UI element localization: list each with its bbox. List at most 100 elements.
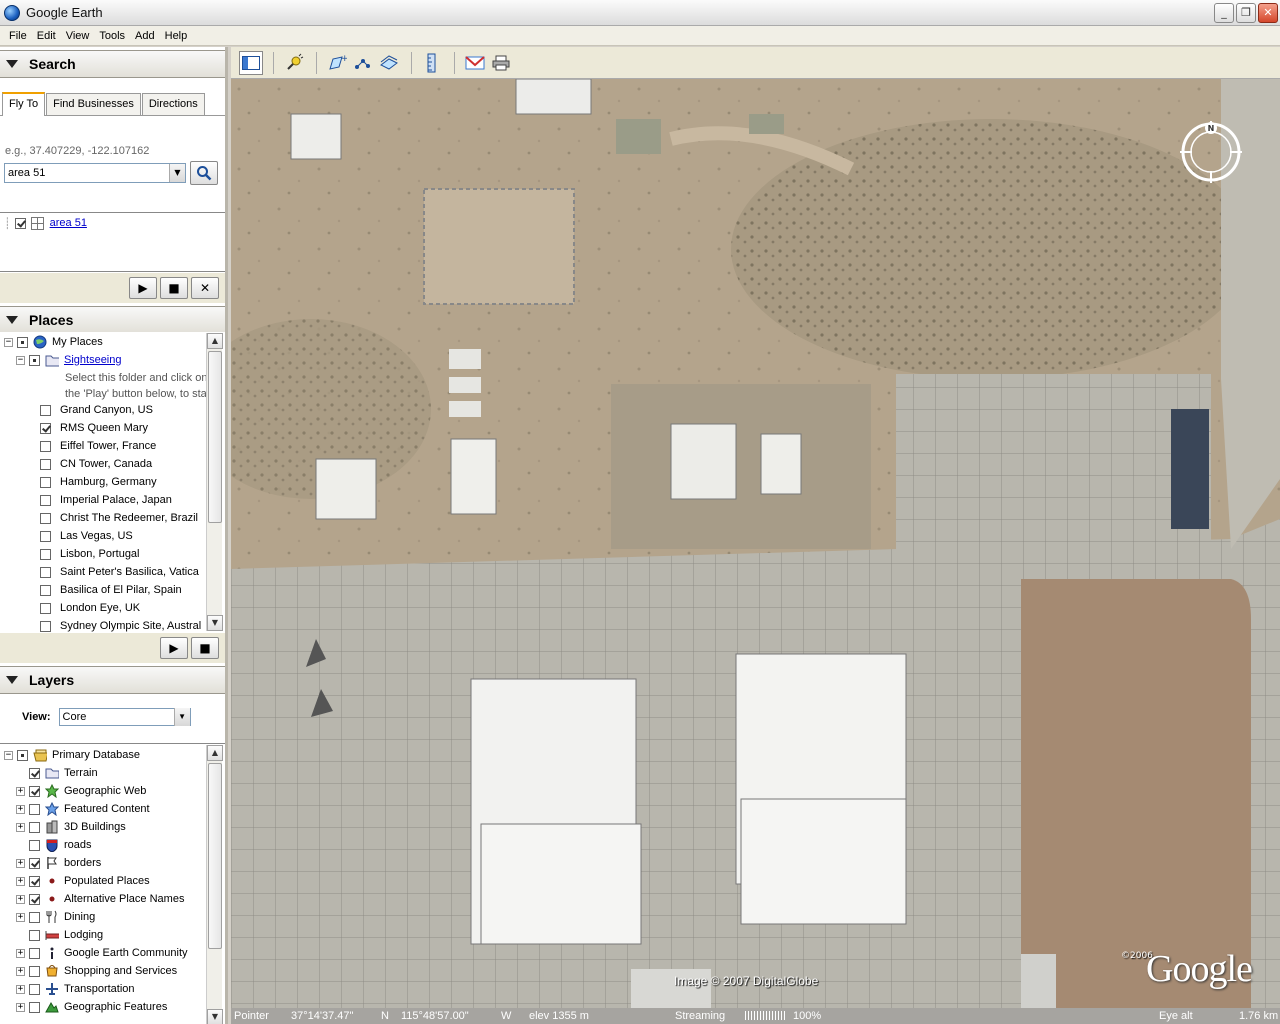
checkbox[interactable] xyxy=(29,354,40,366)
menu-add[interactable]: Add xyxy=(130,30,160,42)
layers-panel-header[interactable]: Layers xyxy=(0,666,225,694)
checkbox[interactable] xyxy=(29,785,40,797)
list-item[interactable]: Christ The Redeemer, Brazil xyxy=(40,509,198,527)
menu-file[interactable]: File xyxy=(4,30,32,42)
checkbox[interactable] xyxy=(29,767,40,779)
places-scrollbar[interactable]: ▲ ▼ xyxy=(206,333,223,631)
list-item[interactable]: + Populated Places xyxy=(16,872,150,890)
menu-view[interactable]: View xyxy=(61,30,95,42)
tab-fly-to[interactable]: Fly To xyxy=(2,92,46,116)
menu-edit[interactable]: Edit xyxy=(32,30,61,42)
list-item[interactable]: + borders xyxy=(16,854,101,872)
list-item[interactable]: Las Vegas, US xyxy=(40,527,133,545)
expand-toggle[interactable]: + xyxy=(16,912,25,922)
checkbox[interactable] xyxy=(40,476,51,488)
checkbox[interactable] xyxy=(40,602,51,614)
clear-button[interactable]: ✕ xyxy=(191,277,219,299)
checkbox[interactable] xyxy=(40,584,51,596)
play-button[interactable]: ▶ xyxy=(160,637,188,659)
expand-toggle[interactable]: + xyxy=(16,1002,25,1012)
placemark-button[interactable] xyxy=(282,51,306,75)
tree-item-sightseeing[interactable]: − Sightseeing xyxy=(16,351,122,369)
checkbox[interactable] xyxy=(40,548,51,560)
play-button[interactable]: ▶ xyxy=(129,277,157,299)
tab-directions[interactable]: Directions xyxy=(141,93,205,115)
list-item[interactable]: Saint Peter's Basilica, Vatica xyxy=(40,563,199,581)
ruler-button[interactable] xyxy=(420,51,444,75)
tree-item-my-places[interactable]: − My Places xyxy=(4,333,103,351)
checkbox[interactable] xyxy=(29,839,40,851)
checkbox[interactable] xyxy=(29,857,40,869)
map-view[interactable]: N Image © 2007 DigitalGlobe ©2006 Google xyxy=(231,79,1280,1008)
close-button[interactable]: ✕ xyxy=(1258,3,1278,23)
checkbox[interactable] xyxy=(29,965,40,977)
list-item[interactable]: Imperial Palace, Japan xyxy=(40,491,172,509)
checkbox[interactable] xyxy=(40,440,51,452)
search-combobox[interactable]: ▼ xyxy=(4,163,186,183)
list-item[interactable]: + Google Earth Community xyxy=(16,944,188,962)
list-item[interactable]: Hamburg, Germany xyxy=(40,473,157,491)
tree-item-primary-database[interactable]: − Primary Database xyxy=(4,746,140,764)
search-button[interactable] xyxy=(190,161,218,185)
sidebar-toggle-button[interactable] xyxy=(239,50,263,75)
list-item[interactable]: +3D Buildings xyxy=(16,818,126,836)
image-overlay-button[interactable] xyxy=(377,51,401,75)
stop-button[interactable]: ■ xyxy=(191,637,219,659)
list-item[interactable]: Lodging xyxy=(16,926,103,944)
expand-toggle[interactable]: + xyxy=(16,804,25,814)
checkbox[interactable] xyxy=(29,821,40,833)
collapse-toggle[interactable]: − xyxy=(16,355,25,365)
list-item[interactable]: + Alternative Place Names xyxy=(16,890,184,908)
satellite-imagery[interactable] xyxy=(231,79,1280,1008)
expand-toggle[interactable]: + xyxy=(16,876,25,886)
checkbox[interactable] xyxy=(29,947,40,959)
checkbox[interactable] xyxy=(40,494,51,506)
list-item[interactable]: + Geographic Web xyxy=(16,782,146,800)
menu-tools[interactable]: Tools xyxy=(94,30,130,42)
expand-toggle[interactable]: + xyxy=(16,948,25,958)
collapse-toggle[interactable]: − xyxy=(4,337,13,347)
list-item[interactable]: London Eye, UK xyxy=(40,599,140,617)
list-item[interactable]: Sydney Olympic Site, Austral xyxy=(40,617,201,632)
list-item[interactable]: Basilica of El Pilar, Spain xyxy=(40,581,182,599)
list-item[interactable]: RMS Queen Mary xyxy=(40,419,148,437)
expand-toggle[interactable]: + xyxy=(16,966,25,976)
checkbox[interactable] xyxy=(40,458,51,470)
navigation-compass[interactable]: N xyxy=(1178,119,1244,185)
tab-find-businesses[interactable]: Find Businesses xyxy=(46,93,141,115)
list-item[interactable]: + Transportation xyxy=(16,980,135,998)
result-link[interactable]: area 51 xyxy=(50,217,87,229)
add-path-button[interactable] xyxy=(351,51,375,75)
expand-toggle[interactable]: + xyxy=(16,984,25,994)
print-button[interactable] xyxy=(489,51,513,75)
collapse-toggle[interactable]: − xyxy=(4,750,13,760)
checkbox[interactable] xyxy=(29,803,40,815)
chevron-down-icon[interactable]: ▼ xyxy=(173,708,190,726)
checkbox[interactable] xyxy=(40,530,51,542)
scroll-up-button[interactable]: ▲ xyxy=(207,745,223,761)
expand-toggle[interactable]: + xyxy=(16,786,25,796)
list-item[interactable]: + Geographic Features xyxy=(16,998,167,1016)
add-polygon-button[interactable]: + xyxy=(325,51,349,75)
checkbox[interactable] xyxy=(40,404,51,416)
list-item[interactable]: + Shopping and Services xyxy=(16,962,177,980)
view-select[interactable]: Core ▼ xyxy=(58,708,191,726)
scroll-down-button[interactable]: ▼ xyxy=(207,1009,223,1024)
list-item[interactable]: ┊ area 51 xyxy=(4,214,87,232)
chevron-down-icon[interactable]: ▼ xyxy=(169,164,185,182)
tree-label[interactable]: Sightseeing xyxy=(64,354,122,366)
checkbox[interactable] xyxy=(40,512,51,524)
minimize-button[interactable]: _ xyxy=(1214,3,1234,23)
maximize-button[interactable]: ❐ xyxy=(1236,3,1256,23)
list-item[interactable]: roads xyxy=(16,836,92,854)
menu-help[interactable]: Help xyxy=(160,30,193,42)
search-input[interactable] xyxy=(5,164,169,182)
scroll-thumb[interactable] xyxy=(208,351,222,523)
checkbox[interactable] xyxy=(29,983,40,995)
list-item[interactable]: CN Tower, Canada xyxy=(40,455,152,473)
checkbox[interactable] xyxy=(29,911,40,923)
layers-scrollbar[interactable]: ▲ ▼ xyxy=(206,745,223,1024)
list-item[interactable]: Lisbon, Portugal xyxy=(40,545,140,563)
list-item[interactable]: Terrain xyxy=(16,764,98,782)
list-item[interactable]: Eiffel Tower, France xyxy=(40,437,156,455)
